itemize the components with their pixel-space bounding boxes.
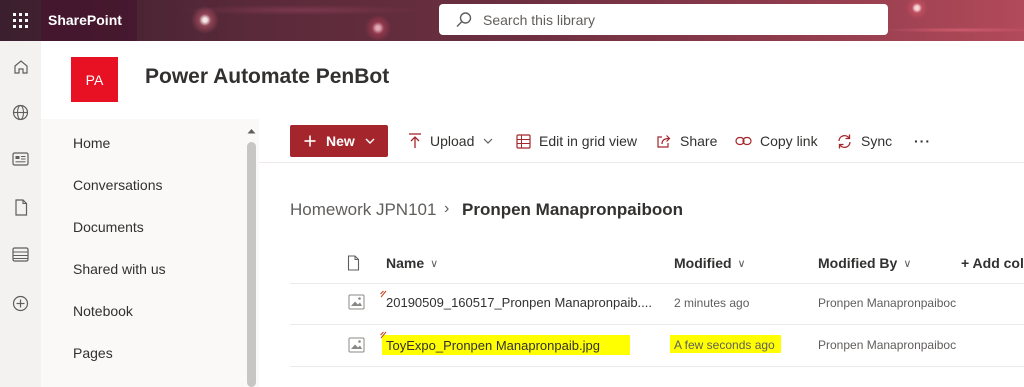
copy-link-button[interactable]: Copy link bbox=[735, 131, 818, 151]
search-icon bbox=[456, 11, 472, 27]
add-column-button[interactable]: + Add colu bbox=[961, 255, 1024, 271]
news-rail-button[interactable] bbox=[0, 141, 41, 177]
image-file-icon bbox=[348, 294, 365, 310]
app-rail bbox=[0, 41, 41, 387]
waffle-icon bbox=[13, 13, 28, 28]
modified-cell: A few seconds ago bbox=[674, 338, 775, 352]
search-box[interactable] bbox=[439, 4, 888, 35]
new-button-label: New bbox=[326, 133, 355, 149]
app-launcher-button[interactable] bbox=[0, 0, 41, 41]
files-rail-button[interactable] bbox=[0, 189, 41, 225]
left-navigation: Home Conversations Documents Shared with… bbox=[41, 119, 259, 387]
file-name-cell[interactable]: ToyExpo_Pronpen Manapronpaib.jpg bbox=[386, 338, 600, 353]
column-header-modified[interactable]: Modified ∨ bbox=[674, 255, 746, 271]
image-file-icon bbox=[348, 337, 365, 353]
edit-in-grid-view-label: Edit in grid view bbox=[539, 133, 638, 149]
column-header-modified-by[interactable]: Modified By ∨ bbox=[818, 255, 911, 271]
column-header-modified-label: Modified bbox=[674, 255, 732, 271]
home-icon bbox=[13, 60, 28, 74]
site-title[interactable]: Power Automate PenBot bbox=[145, 65, 389, 89]
breadcrumb-parent[interactable]: Homework JPN101 bbox=[290, 200, 436, 220]
edit-in-grid-view-button[interactable]: Edit in grid view bbox=[516, 131, 637, 151]
new-button[interactable]: New bbox=[290, 125, 388, 157]
list-icon bbox=[12, 246, 29, 262]
chevron-down-icon bbox=[365, 138, 375, 144]
column-header-modified-by-label: Modified By bbox=[818, 255, 898, 271]
grid-icon bbox=[516, 133, 531, 149]
sync-label: Sync bbox=[861, 133, 893, 149]
nav-item-home[interactable]: Home bbox=[73, 135, 110, 151]
divider bbox=[290, 366, 1024, 367]
column-header-name-label: Name bbox=[386, 255, 425, 271]
nav-item-documents[interactable]: Documents bbox=[73, 219, 144, 235]
file-name-cell[interactable]: 20190509_160517_Pronpen Manapronpaib.... bbox=[386, 295, 652, 310]
modified-cell: 2 minutes ago bbox=[674, 296, 750, 310]
nav-scrollbar-thumb[interactable] bbox=[247, 142, 256, 387]
chevron-down-icon: ∨ bbox=[737, 257, 746, 270]
create-rail-button[interactable] bbox=[0, 285, 41, 321]
globe-icon bbox=[12, 104, 29, 120]
sync-button[interactable]: Sync bbox=[836, 131, 892, 151]
upload-button[interactable]: Upload bbox=[408, 131, 493, 151]
copy-link-label: Copy link bbox=[760, 133, 818, 149]
nav-item-shared-with-us[interactable]: Shared with us bbox=[73, 261, 166, 277]
chevron-down-icon bbox=[483, 138, 493, 144]
upload-icon bbox=[409, 133, 421, 148]
breadcrumb-separator: › bbox=[444, 200, 450, 217]
document-icon bbox=[14, 198, 27, 216]
share-icon bbox=[657, 134, 671, 148]
column-header-name[interactable]: Name ∨ bbox=[386, 255, 438, 271]
breadcrumb-current: Pronpen Manapronpaiboon bbox=[462, 200, 683, 219]
sync-icon bbox=[838, 134, 851, 148]
chevron-down-icon: ∨ bbox=[430, 257, 439, 270]
share-button[interactable]: Share bbox=[656, 131, 717, 151]
nav-item-conversations[interactable]: Conversations bbox=[73, 177, 163, 193]
search-input[interactable] bbox=[483, 11, 843, 28]
more-actions-button[interactable]: ··· bbox=[914, 131, 931, 151]
chevron-down-icon: ∨ bbox=[903, 257, 912, 270]
link-icon bbox=[735, 136, 752, 146]
nav-item-pages[interactable]: Pages bbox=[73, 345, 113, 361]
modified-by-cell: Pronpen Manapronpaiboc bbox=[818, 296, 957, 310]
nav-item-notebook[interactable]: Notebook bbox=[73, 303, 133, 319]
scroll-up-arrow-icon[interactable] bbox=[246, 127, 257, 135]
upload-label: Upload bbox=[430, 133, 475, 149]
news-icon bbox=[12, 152, 29, 166]
site-logo[interactable]: PA bbox=[71, 57, 118, 102]
sites-rail-button[interactable] bbox=[0, 94, 41, 130]
modified-by-cell: Pronpen Manapronpaiboc bbox=[818, 338, 957, 352]
file-type-header-icon[interactable] bbox=[347, 255, 360, 271]
plus-circle-icon bbox=[12, 295, 29, 311]
plus-icon bbox=[304, 135, 316, 147]
share-label: Share bbox=[680, 133, 718, 149]
home-rail-button[interactable] bbox=[0, 49, 41, 85]
lists-rail-button[interactable] bbox=[0, 236, 41, 272]
app-name[interactable]: SharePoint bbox=[41, 0, 137, 41]
